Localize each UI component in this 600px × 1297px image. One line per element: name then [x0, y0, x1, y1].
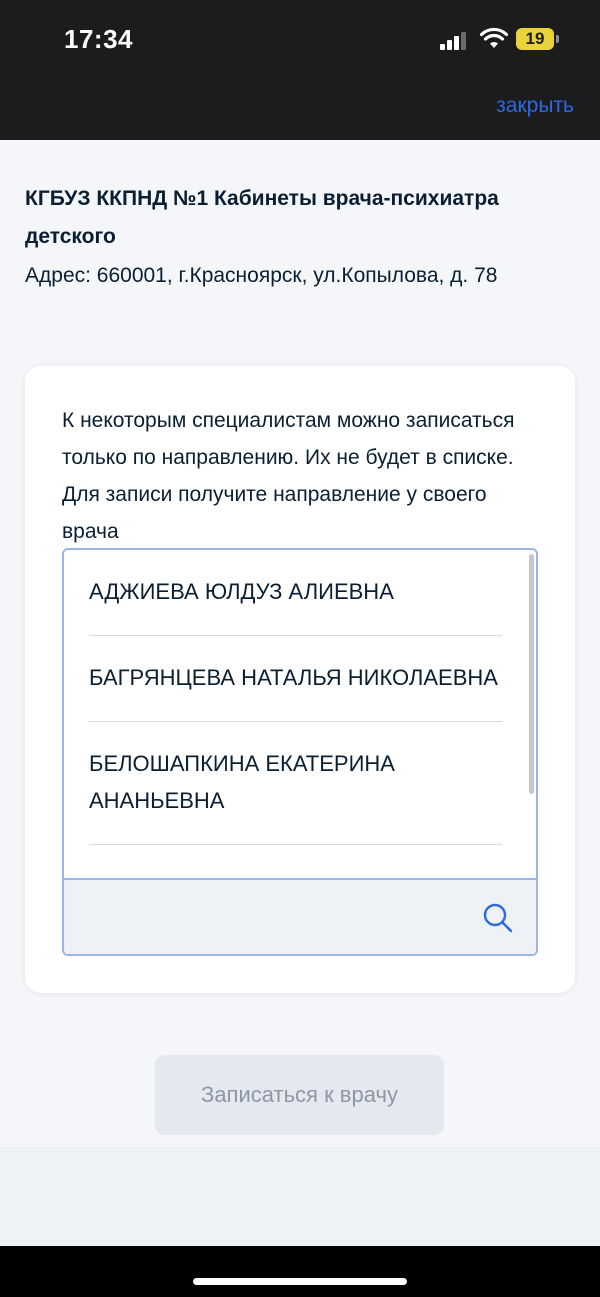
clinic-name: КГБУЗ ККПНД №1 Кабинеты врача-психиатра … [25, 187, 499, 248]
doctor-list[interactable]: АДЖИЕВА ЮЛДУЗ АЛИЕВНА БАГРЯНЦЕВА НАТАЛЬЯ… [64, 550, 536, 878]
home-bar [0, 1246, 600, 1297]
nav-bar: закрыть [0, 90, 600, 140]
battery-icon: 19 [516, 28, 554, 50]
footer-area [0, 1147, 600, 1246]
close-link[interactable]: закрыть [496, 94, 574, 118]
cellular-signal-icon [440, 32, 467, 50]
doctor-picker: АДЖИЕВА ЮЛДУЗ АЛИЕВНА БАГРЯНЦЕВА НАТАЛЬЯ… [62, 548, 538, 956]
referral-hint: К некоторым специалистам можно записатьс… [62, 409, 515, 543]
doctor-list-item[interactable]: БЕЛОШАПКИНА ЕКАТЕРИНА АНАНЬЕВНА [89, 722, 502, 845]
doctor-search-field [64, 878, 536, 954]
search-icon[interactable] [482, 902, 514, 934]
battery-cap [556, 35, 559, 43]
clinic-address: Адрес: 660001, г.Красноярск, ул.Копылова… [25, 264, 498, 287]
doctor-search-input[interactable] [64, 880, 464, 954]
doctor-list-item[interactable]: АДЖИЕВА ЮЛДУЗ АЛИЕВНА [89, 550, 502, 636]
wifi-icon [480, 27, 508, 48]
status-time: 17:34 [64, 24, 133, 54]
status-bar: 17:34 19 [0, 0, 600, 90]
main-content: КГБУЗ ККПНД №1 Кабинеты врача-психиатра … [0, 140, 600, 1147]
doctor-select-card: К некоторым специалистам можно записатьс… [25, 366, 575, 993]
doctor-list-item[interactable]: БАГРЯНЦЕВА НАТАЛЬЯ НИКОЛАЕВНА [89, 636, 502, 722]
book-doctor-button[interactable]: Записаться к врачу [155, 1055, 444, 1135]
home-indicator[interactable] [193, 1278, 407, 1285]
list-scrollbar[interactable] [529, 554, 534, 794]
